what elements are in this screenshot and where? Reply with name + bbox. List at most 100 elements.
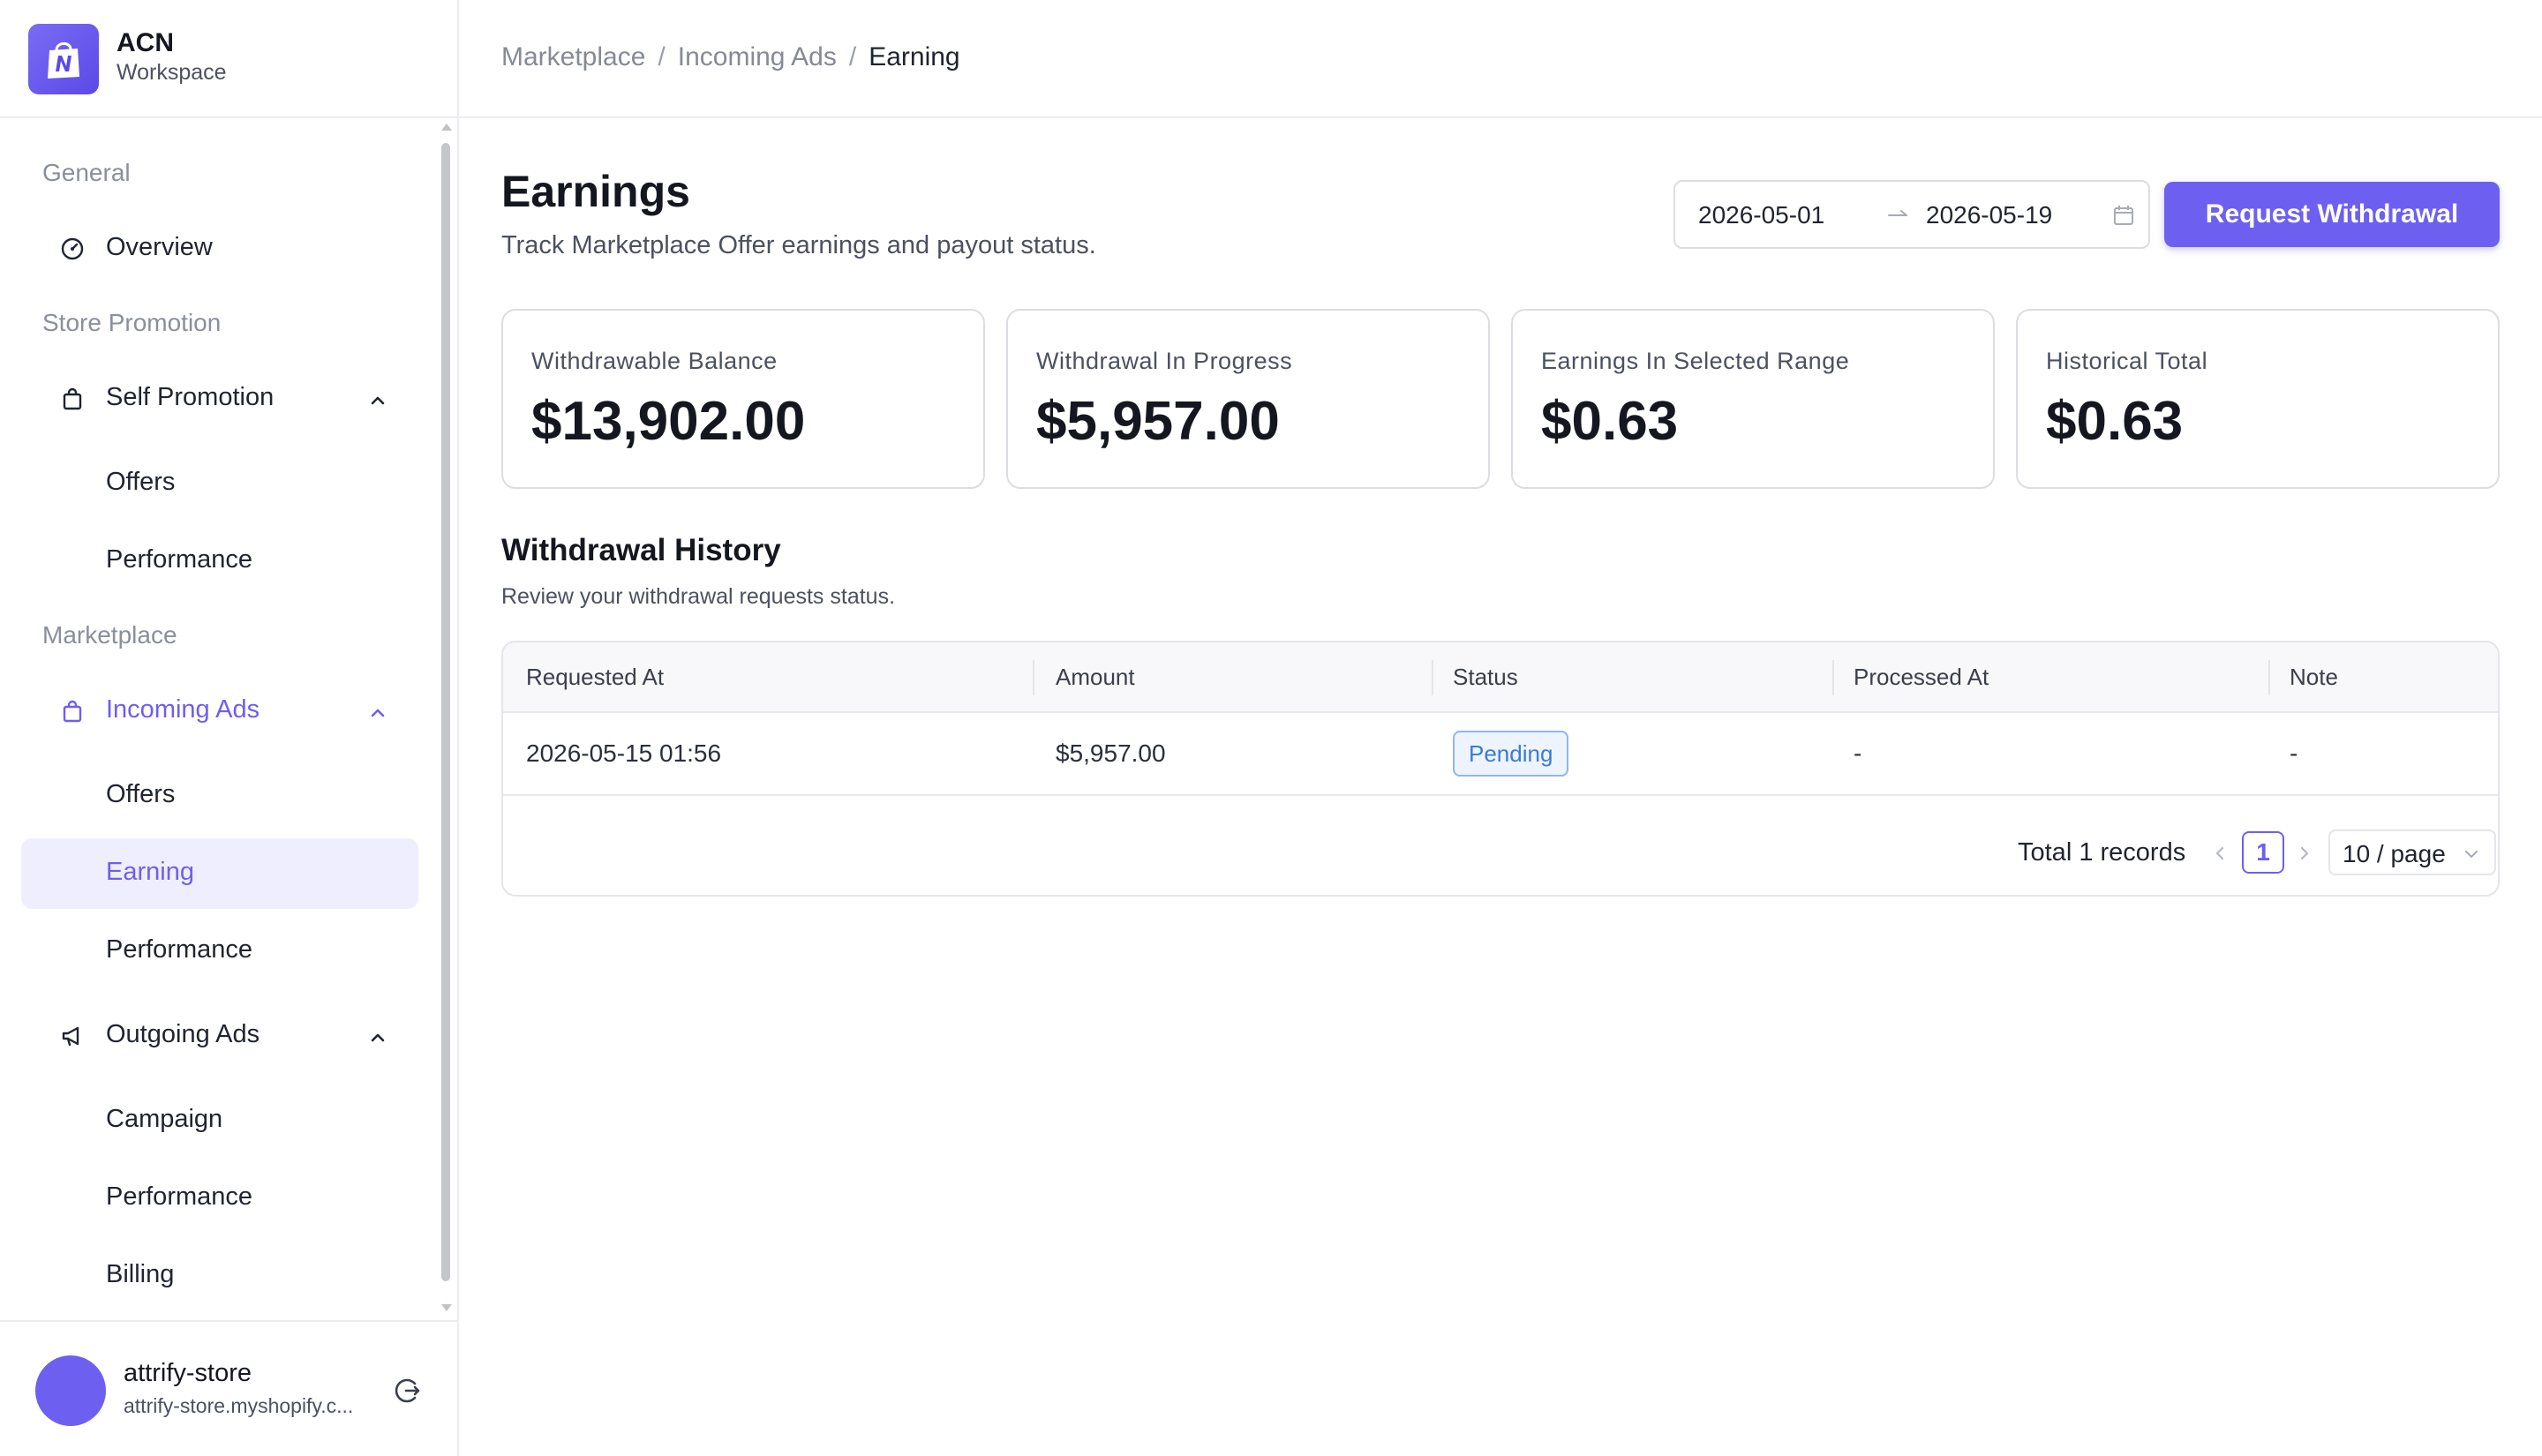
sidebar-item-outgoing-ads[interactable]: Outgoing Ads xyxy=(21,1001,418,1071)
sidebar-item-overview[interactable]: Overview xyxy=(21,214,418,284)
card-label: Withdrawal In Progress xyxy=(1036,348,1293,374)
card-historical-total: Historical Total $0.63 xyxy=(2016,309,2500,489)
card-label: Withdrawable Balance xyxy=(531,348,778,374)
page-number-button[interactable]: 1 xyxy=(2242,831,2284,874)
column-divider xyxy=(1432,660,1433,695)
brand-name: ACN xyxy=(117,28,174,57)
top-header: Marketplace / Incoming Ads / Earning xyxy=(459,0,2542,118)
logout-icon[interactable] xyxy=(392,1375,424,1407)
sidebar-item-label: Overview xyxy=(106,233,213,261)
user-profile: attrify-store attrify-store.myshopify.c.… xyxy=(0,1320,457,1456)
column-divider xyxy=(1033,660,1034,695)
shopping-bag-icon xyxy=(63,387,82,410)
chevron-right-icon[interactable] xyxy=(2297,845,2313,861)
shopping-bag-logo-icon xyxy=(28,24,99,94)
sidebar-nav: General Overview Store Promotion Self Pr… xyxy=(0,120,441,1320)
sidebar-item-incoming-offers[interactable]: Offers xyxy=(21,761,418,831)
column-divider xyxy=(2268,660,2270,695)
column-header: Note xyxy=(2290,664,2338,690)
sidebar-item-label: Earning xyxy=(106,858,194,886)
dashboard-icon xyxy=(61,237,84,260)
shopping-bag-icon xyxy=(63,700,82,723)
card-label: Earnings In Selected Range xyxy=(1541,348,1850,374)
column-header: Amount xyxy=(1056,664,1135,690)
sidebar-item-outgoing-performance[interactable]: Performance xyxy=(21,1163,418,1234)
column-header: Requested At xyxy=(526,664,665,690)
cell-amount: $5,957.00 xyxy=(1056,739,1166,767)
card-withdrawable-balance: Withdrawable Balance $13,902.00 xyxy=(501,309,985,489)
brand-header: ACN Workspace xyxy=(0,0,457,118)
app-root: ACN Workspace General Overview Store Pro… xyxy=(0,0,2542,1456)
scroll-down-arrow-icon[interactable] xyxy=(441,1304,452,1311)
page-size-value: 10 / page xyxy=(2343,840,2446,867)
column-header: Status xyxy=(1453,664,1518,690)
sidebar-item-label: Performance xyxy=(106,545,253,574)
arrow-right-icon xyxy=(1888,210,1907,216)
date-end-input[interactable]: 2026-05-19 xyxy=(1926,201,2052,229)
scroll-thumb[interactable] xyxy=(441,143,450,1281)
breadcrumb-separator: / xyxy=(848,42,857,71)
card-value: $0.63 xyxy=(1541,391,1679,452)
breadcrumb-marketplace[interactable]: Marketplace xyxy=(501,42,645,72)
sidebar-item-incoming-earning[interactable]: Earning xyxy=(21,838,418,909)
sidebar-item-incoming-performance[interactable]: Performance xyxy=(21,916,418,987)
sidebar-item-label: Campaign xyxy=(106,1105,223,1133)
sidebar-item-label: Outgoing Ads xyxy=(106,1020,260,1048)
sidebar-item-label: Offers xyxy=(106,468,176,496)
scroll-up-arrow-icon[interactable] xyxy=(441,124,452,131)
section-store-promotion: Store Promotion xyxy=(42,309,222,336)
withdrawal-history-title: Withdrawal History xyxy=(501,533,781,567)
sidebar-item-incoming-ads[interactable]: Incoming Ads xyxy=(21,676,418,747)
breadcrumb: Marketplace / Incoming Ads / Earning xyxy=(501,42,960,72)
section-marketplace: Marketplace xyxy=(42,621,177,649)
column-divider xyxy=(1832,660,1834,695)
sidebar-item-label: Performance xyxy=(106,935,253,964)
card-withdrawal-in-progress: Withdrawal In Progress $5,957.00 xyxy=(1006,309,1490,489)
column-header: Processed At xyxy=(1854,664,1989,690)
user-domain: attrify-store.myshopify.c... xyxy=(124,1394,354,1417)
withdrawal-history-table: Requested At Amount Status Processed At … xyxy=(501,641,2500,897)
cell-processed-at: - xyxy=(1854,739,1862,767)
breadcrumb-incoming-ads[interactable]: Incoming Ads xyxy=(678,42,837,72)
sidebar-item-outgoing-billing[interactable]: Billing xyxy=(21,1241,418,1311)
total-records: Total 1 records xyxy=(2018,838,2186,867)
table-row[interactable]: 2026-05-15 01:56 $5,957.00 Pending - - xyxy=(503,713,2498,796)
chevron-down-icon xyxy=(2465,851,2478,858)
sidebar-item-label: Performance xyxy=(106,1182,253,1211)
page-size-select[interactable]: 10 / page xyxy=(2328,829,2496,875)
chevron-up-icon[interactable] xyxy=(367,1027,388,1048)
avatar[interactable] xyxy=(35,1355,106,1426)
breadcrumb-current: Earning xyxy=(869,42,960,71)
cell-note: - xyxy=(2290,739,2298,767)
sidebar-item-self-offers[interactable]: Offers xyxy=(21,448,418,519)
main-content: Earnings Track Marketplace Offer earning… xyxy=(459,120,2542,1456)
status-badge: Pending xyxy=(1453,731,1569,777)
sidebar-item-self-promotion[interactable]: Self Promotion xyxy=(21,364,418,434)
sidebar-item-label: Offers xyxy=(106,780,176,808)
cell-requested-at: 2026-05-15 01:56 xyxy=(526,739,722,767)
sidebar-item-self-performance[interactable]: Performance xyxy=(21,526,418,597)
sidebar-scrollbar[interactable] xyxy=(440,124,452,1315)
request-withdrawal-button[interactable]: Request Withdrawal xyxy=(2164,182,2500,247)
chevron-up-icon[interactable] xyxy=(367,390,388,411)
date-range-picker[interactable]: 2026-05-01 2026-05-19 xyxy=(1673,180,2150,249)
chevron-up-icon[interactable] xyxy=(367,702,388,724)
pagination: Total 1 records 1 10 / page xyxy=(503,829,2498,875)
summary-cards: Withdrawable Balance $13,902.00 Withdraw… xyxy=(501,309,2500,489)
page-subtitle: Track Marketplace Offer earnings and pay… xyxy=(501,231,1096,259)
sidebar: ACN Workspace General Overview Store Pro… xyxy=(0,0,459,1456)
chevron-left-icon[interactable] xyxy=(2212,845,2228,861)
card-value: $13,902.00 xyxy=(531,391,806,452)
sidebar-item-label: Incoming Ads xyxy=(106,695,260,724)
sidebar-item-label: Self Promotion xyxy=(106,383,275,411)
card-value: $5,957.00 xyxy=(1036,391,1280,452)
card-label: Historical Total xyxy=(2046,348,2208,374)
breadcrumb-separator: / xyxy=(658,42,666,71)
date-start-input[interactable]: 2026-05-01 xyxy=(1698,201,1824,229)
megaphone-icon xyxy=(62,1026,79,1047)
table-header: Requested At Amount Status Processed At … xyxy=(503,642,2498,713)
card-value: $0.63 xyxy=(2046,391,2184,452)
brand-subtitle: Workspace xyxy=(117,60,227,85)
withdrawal-history-subtitle: Review your withdrawal requests status. xyxy=(501,584,896,609)
sidebar-item-outgoing-campaign[interactable]: Campaign xyxy=(21,1085,418,1156)
